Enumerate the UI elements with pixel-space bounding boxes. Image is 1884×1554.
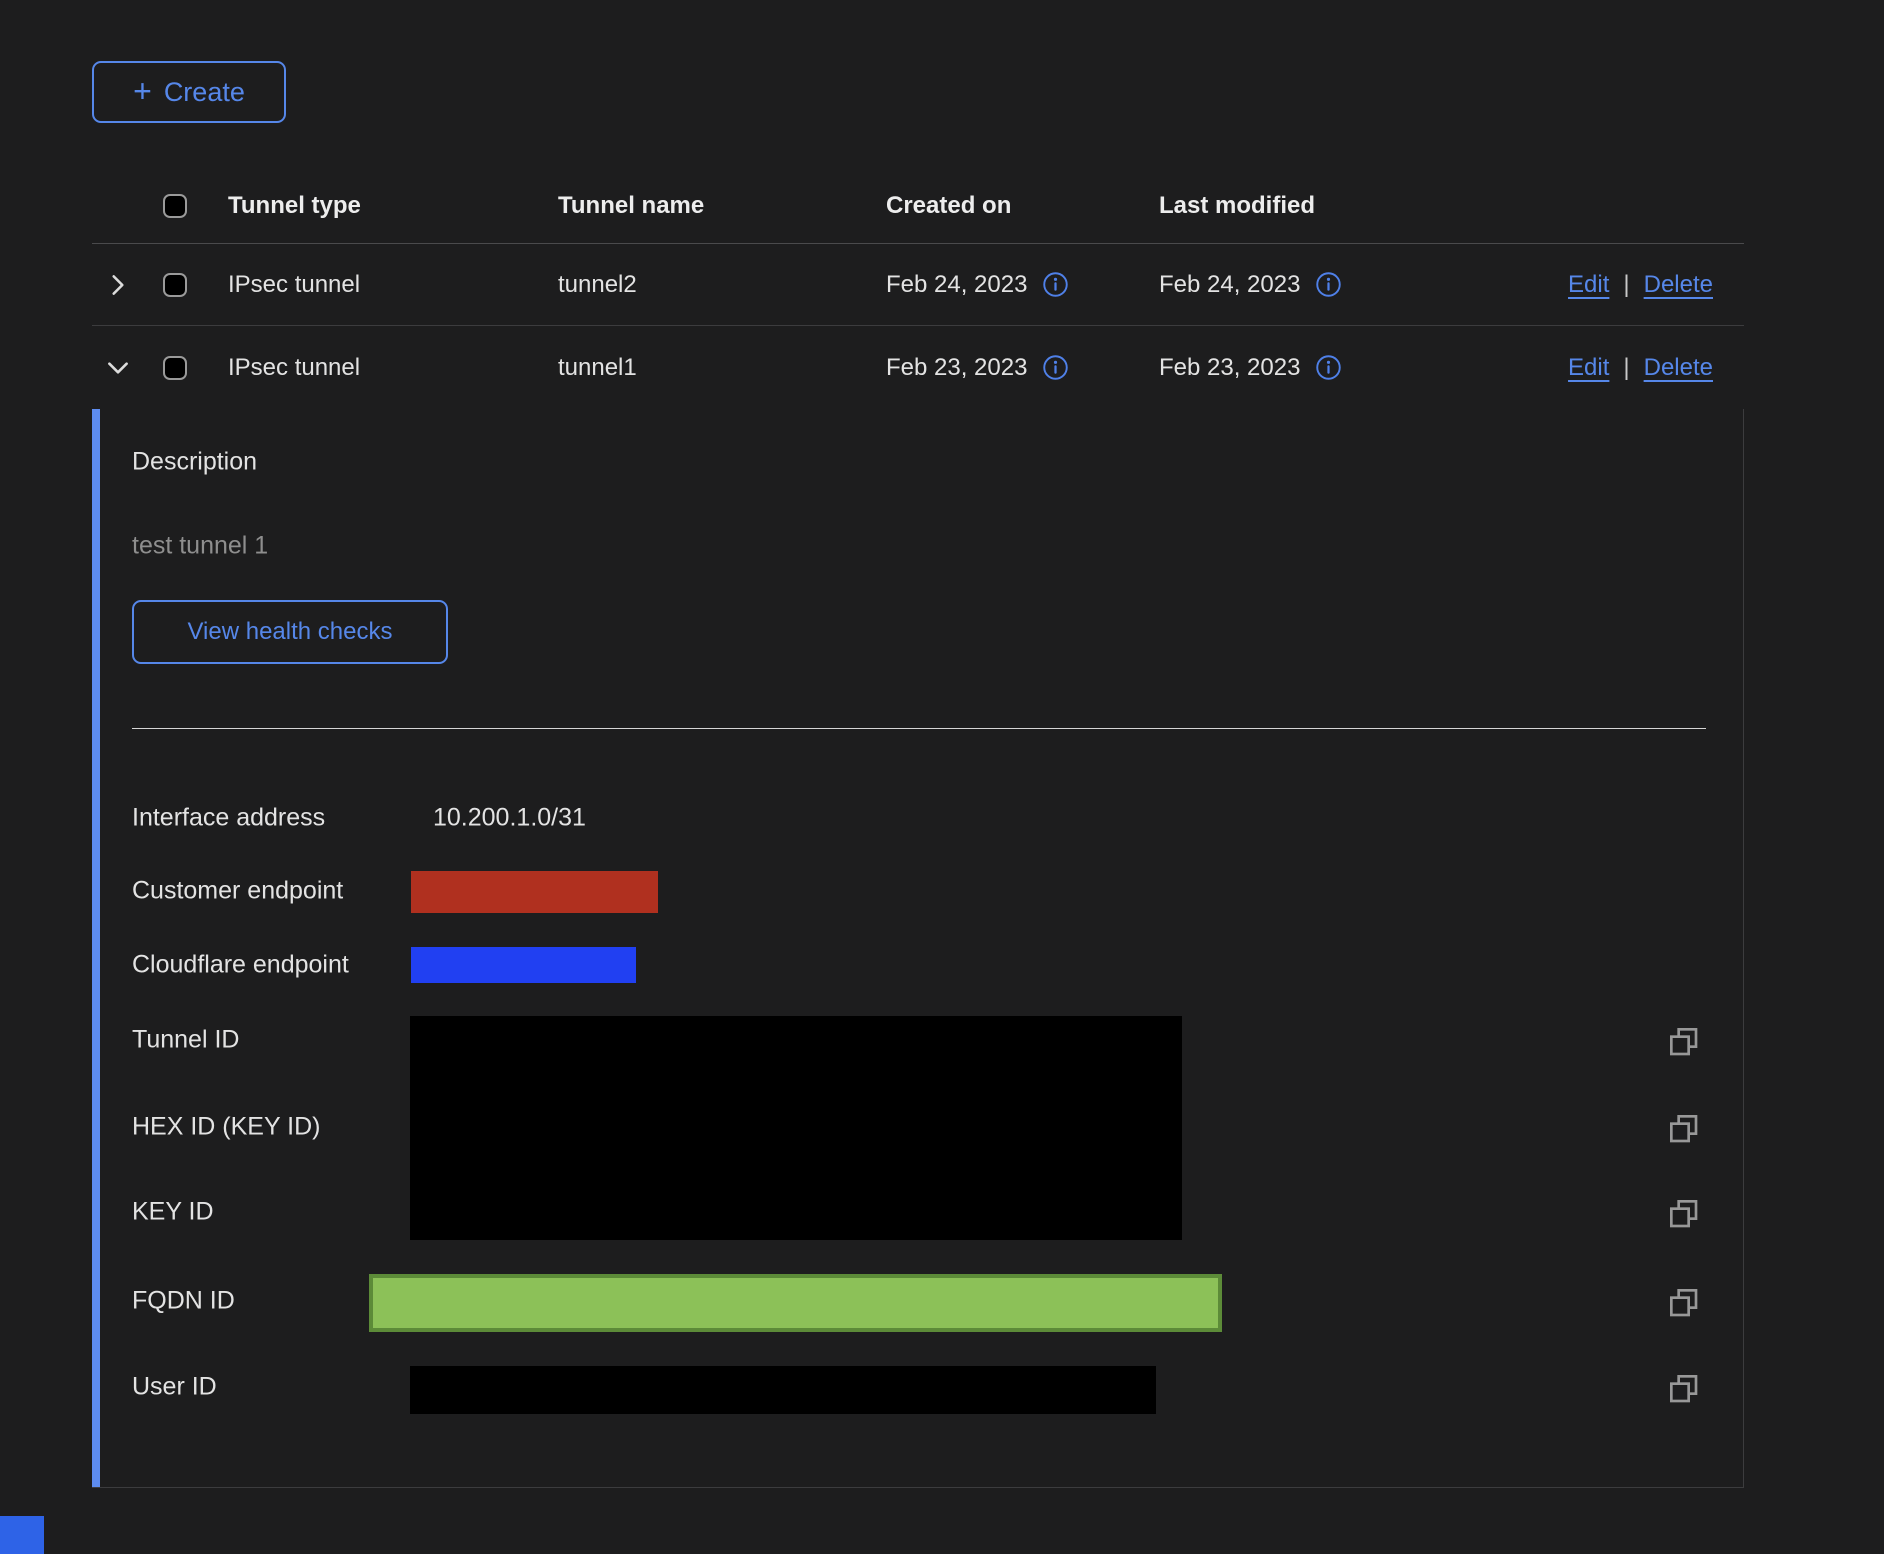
- panel-accent-bar: [92, 409, 100, 1487]
- ids-redacted-value: [410, 1016, 1182, 1240]
- last-modified-value: Feb 23, 2023: [1159, 354, 1300, 382]
- user-id-redacted-value: [410, 1366, 1156, 1414]
- table-header-row: Tunnel type Tunnel name Created on Last …: [92, 168, 1744, 244]
- copy-hex-id-button[interactable]: [1668, 1113, 1700, 1145]
- tunnel-details-panel: Description test tunnel 1 View health ch…: [92, 409, 1744, 1488]
- cloudflare-endpoint-label: Cloudflare endpoint: [132, 951, 349, 980]
- row-checkbox[interactable]: [163, 273, 187, 297]
- header-tunnel-type: Tunnel type: [228, 192, 361, 220]
- tunnel-name-value: tunnel1: [558, 354, 637, 382]
- header-created-on: Created on: [886, 192, 1011, 220]
- tunnel-id-label: Tunnel ID: [132, 1026, 239, 1055]
- view-health-checks-button[interactable]: View health checks: [132, 600, 448, 664]
- last-modified-value: Feb 24, 2023: [1159, 271, 1300, 299]
- created-on-value: Feb 24, 2023: [886, 271, 1027, 299]
- chevron-right-icon: [104, 271, 132, 299]
- copy-fqdn-id-button[interactable]: [1668, 1287, 1700, 1319]
- table-row: IPsec tunnel tunnel2 Feb 24, 2023 Feb 24…: [92, 244, 1744, 326]
- expand-row-button[interactable]: [104, 271, 132, 299]
- description-value: test tunnel 1: [132, 532, 268, 561]
- fqdn-id-redacted-value: [369, 1274, 1222, 1332]
- copy-icon: [1668, 1198, 1700, 1230]
- tunnel-name-value: tunnel2: [558, 271, 637, 299]
- action-separator: |: [1623, 271, 1629, 299]
- key-id-label: KEY ID: [132, 1198, 214, 1227]
- info-icon[interactable]: [1042, 354, 1069, 381]
- description-label: Description: [132, 448, 257, 477]
- select-all-checkbox[interactable]: [163, 194, 187, 218]
- table-row: IPsec tunnel tunnel1 Feb 23, 2023 Feb 23…: [92, 326, 1744, 409]
- tunnel-type-value: IPsec tunnel: [228, 354, 360, 382]
- created-on-value: Feb 23, 2023: [886, 354, 1027, 382]
- copy-icon: [1668, 1287, 1700, 1319]
- customer-endpoint-label: Customer endpoint: [132, 877, 343, 906]
- header-last-modified: Last modified: [1159, 192, 1315, 220]
- create-button[interactable]: + Create: [92, 61, 286, 123]
- customer-endpoint-redacted-value: [411, 871, 658, 913]
- action-separator: |: [1623, 354, 1629, 382]
- info-icon[interactable]: [1315, 271, 1342, 298]
- plus-icon: +: [133, 75, 152, 107]
- copy-user-id-button[interactable]: [1668, 1373, 1700, 1405]
- fqdn-id-label: FQDN ID: [132, 1287, 235, 1316]
- info-icon[interactable]: [1042, 271, 1069, 298]
- delete-link[interactable]: Delete: [1644, 271, 1713, 299]
- tunnel-type-value: IPsec tunnel: [228, 271, 360, 299]
- info-icon[interactable]: [1315, 354, 1342, 381]
- tunnels-page: + Create Tunnel type Tunnel name Created…: [0, 0, 1884, 1554]
- cloudflare-endpoint-redacted-value: [411, 947, 636, 983]
- copy-icon: [1668, 1113, 1700, 1145]
- delete-link[interactable]: Delete: [1644, 354, 1713, 382]
- copy-key-id-button[interactable]: [1668, 1198, 1700, 1230]
- chevron-down-icon: [104, 354, 132, 382]
- interface-address-label: Interface address: [132, 804, 325, 833]
- copy-tunnel-id-button[interactable]: [1668, 1026, 1700, 1058]
- copy-icon: [1668, 1026, 1700, 1058]
- section-divider: [132, 728, 1706, 729]
- row-checkbox[interactable]: [163, 356, 187, 380]
- tunnels-table: Tunnel type Tunnel name Created on Last …: [92, 168, 1744, 1488]
- create-button-label: Create: [164, 77, 245, 108]
- header-tunnel-name: Tunnel name: [558, 192, 704, 220]
- edit-link[interactable]: Edit: [1568, 354, 1609, 382]
- bottom-left-accent-square: [0, 1516, 44, 1554]
- copy-icon: [1668, 1373, 1700, 1405]
- interface-address-value: 10.200.1.0/31: [433, 804, 586, 833]
- collapse-row-button[interactable]: [104, 354, 132, 382]
- hex-id-label: HEX ID (KEY ID): [132, 1113, 320, 1142]
- user-id-label: User ID: [132, 1373, 217, 1402]
- edit-link[interactable]: Edit: [1568, 271, 1609, 299]
